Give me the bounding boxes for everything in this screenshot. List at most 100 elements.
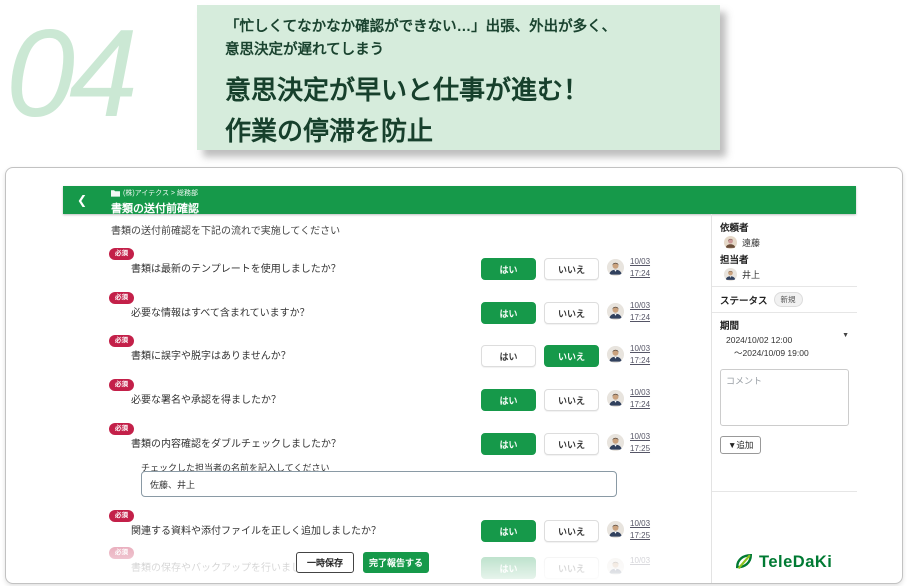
requester-label: 依頼者 xyxy=(720,220,849,234)
section-number: 04 xyxy=(6,6,132,142)
breadcrumb[interactable]: (株)アイテクス > 総務部 xyxy=(111,188,199,198)
question-text: 必要な情報はすべて含まれていますか？ xyxy=(131,304,310,319)
timestamp-date[interactable]: 10/03 xyxy=(630,388,650,397)
status-badge: 新規 xyxy=(774,292,803,307)
required-badge: 必須 xyxy=(109,292,134,304)
yes-button[interactable]: はい xyxy=(481,258,536,280)
avatar xyxy=(607,434,624,451)
timestamp-date[interactable]: 10/03 xyxy=(630,344,650,353)
required-badge: 必須 xyxy=(109,423,134,435)
no-button[interactable]: いいえ xyxy=(544,433,599,455)
requester-avatar xyxy=(724,236,737,249)
chevron-down-icon[interactable]: ▼ xyxy=(842,332,849,339)
detail-sidebar: 依頼者 遠藤 担当者 井上 ステータス 新規 期間 2024/10/02 12:… xyxy=(711,214,857,584)
timestamp-date[interactable]: 10/03 xyxy=(630,432,650,441)
hero-box: 「忙しくてなかなか確認ができない…」出張、外出が多く、意思決定が遅れてしまう 意… xyxy=(197,5,720,150)
question-text: 書類の内容確認をダブルチェックしましたか？ xyxy=(131,435,341,450)
timestamp-time[interactable]: 17:24 xyxy=(630,400,650,409)
intro-text: 書類の送付前確認を下記の流れで実施してください xyxy=(111,222,340,237)
name-input[interactable] xyxy=(141,471,617,497)
required-badge: 必須 xyxy=(109,335,134,347)
no-button[interactable]: いいえ xyxy=(544,389,599,411)
timestamp-time[interactable]: 17:25 xyxy=(630,531,650,540)
question-text: 関連する資料や添付ファイルを正しく追加しましたか？ xyxy=(131,522,381,537)
required-badge: 必須 xyxy=(109,510,134,522)
comment-textarea[interactable] xyxy=(720,369,849,426)
timestamp-link[interactable]: 10/03 17:24 xyxy=(630,300,650,323)
period-end[interactable]: ～2024/10/09 19:00 xyxy=(734,347,849,359)
app-header: ❮ (株)アイテクス > 総務部 書類の送付前確認 xyxy=(63,186,856,214)
timestamp-link[interactable]: 10/03 xyxy=(630,555,650,567)
headline: 意思決定が早いと仕事が進む！ 作業の停滞を防止 xyxy=(225,70,710,152)
add-button[interactable]: ▼追加 xyxy=(720,436,761,454)
checklist-row: 必須 必要な情報はすべて含まれていますか？ はい いいえ 10/03 17:24 xyxy=(63,292,711,328)
avatar xyxy=(607,558,624,575)
question-text: 書類に誤字や脱字はありませんか？ xyxy=(131,347,291,362)
question-text: 書類は最新のテンプレートを使用しましたか？ xyxy=(131,260,341,275)
status-label: ステータス xyxy=(720,293,768,307)
no-button[interactable]: いいえ xyxy=(544,258,599,280)
question-text: 必要な署名や承認を得ましたか？ xyxy=(131,391,281,406)
required-badge: 必須 xyxy=(109,547,134,559)
timestamp-date[interactable]: 10/03 xyxy=(630,519,650,528)
problem-statement: 「忙しくてなかなか確認ができない…」出張、外出が多く、意思決定が遅れてしまう xyxy=(225,16,710,62)
period-label: 期間 xyxy=(720,318,849,332)
complete-report-button[interactable]: 完了報告する xyxy=(363,552,429,573)
timestamp-time[interactable]: 17:24 xyxy=(630,269,650,278)
no-button[interactable]: いいえ xyxy=(544,345,599,367)
avatar xyxy=(607,390,624,407)
timestamp-link[interactable]: 10/03 17:24 xyxy=(630,256,650,279)
timestamp-date[interactable]: 10/03 xyxy=(630,257,650,266)
divider xyxy=(712,312,857,313)
assignee-avatar xyxy=(724,268,737,281)
timestamp-link[interactable]: 10/03 17:25 xyxy=(630,431,650,454)
timestamp-time[interactable]: 17:25 xyxy=(630,444,650,453)
checklist-row: 必須 関連する資料や添付ファイルを正しく追加しましたか？ はい いいえ 10/0… xyxy=(63,510,711,546)
assignee-label: 担当者 xyxy=(720,252,849,266)
brand-logo: TeleDaKi xyxy=(734,552,832,569)
problem-line-1: 「忙しくてなかなか確認ができない…」出張、外出が多く、 xyxy=(225,19,616,35)
timestamp-link[interactable]: 10/03 17:24 xyxy=(630,387,650,410)
assignee-row: 井上 xyxy=(724,268,849,281)
yes-button[interactable]: はい xyxy=(481,520,536,542)
timestamp-time[interactable]: 17:24 xyxy=(630,313,650,322)
avatar xyxy=(607,303,624,320)
headline-line-2: 作業の停滞を防止 xyxy=(225,116,433,146)
divider xyxy=(712,286,857,287)
divider xyxy=(712,491,857,492)
yes-button[interactable]: はい xyxy=(481,389,536,411)
timestamp-link[interactable]: 10/03 17:24 xyxy=(630,343,650,366)
timestamp-link[interactable]: 10/03 17:25 xyxy=(630,518,650,541)
timestamp-date[interactable]: 10/03 xyxy=(630,301,650,310)
brand-name: TeleDaKi xyxy=(759,552,832,569)
period-start[interactable]: 2024/10/02 12:00 xyxy=(726,335,849,345)
timestamp-date[interactable]: 10/03 xyxy=(630,556,650,565)
problem-line-2: 意思決定が遅れてしまう xyxy=(225,42,384,58)
yes-button[interactable]: はい xyxy=(481,433,536,455)
no-button[interactable]: いいえ xyxy=(544,302,599,324)
no-button[interactable]: いいえ xyxy=(544,520,599,542)
checklist-row: 必須 書類の内容確認をダブルチェックしましたか？ はい いいえ 10/03 17:… xyxy=(63,423,711,459)
avatar xyxy=(607,521,624,538)
avatar xyxy=(607,346,624,363)
no-button[interactable]: いいえ xyxy=(544,557,599,579)
save-draft-button[interactable]: 一時保存 xyxy=(296,552,354,573)
required-badge: 必須 xyxy=(109,379,134,391)
status-row: ステータス 新規 xyxy=(720,292,849,307)
requester-name: 遠藤 xyxy=(742,236,760,249)
required-badge: 必須 xyxy=(109,248,134,260)
yes-button[interactable]: はい xyxy=(481,557,536,579)
leaf-icon xyxy=(734,552,754,569)
avatar xyxy=(607,259,624,276)
headline-line-1: 意思決定が早いと仕事が進む！ xyxy=(225,75,589,105)
folder-icon xyxy=(111,189,120,197)
breadcrumb-text[interactable]: (株)アイテクス > 総務部 xyxy=(123,188,198,198)
yes-button[interactable]: はい xyxy=(481,345,536,367)
yes-button[interactable]: はい xyxy=(481,302,536,324)
checklist-row: 必須 必要な署名や承認を得ましたか？ はい いいえ 10/03 17:24 xyxy=(63,379,711,415)
app-screenshot-card: ❮ (株)アイテクス > 総務部 書類の送付前確認 書類の送付前確認を下記の流れ… xyxy=(5,167,903,584)
back-button[interactable]: ❮ xyxy=(77,193,87,207)
checklist-row: 必須 書類に誤字や脱字はありませんか？ はい いいえ 10/03 17:24 xyxy=(63,335,711,371)
checklist: 書類の送付前確認を下記の流れで実施してください 必須 書類は最新のテンプレートを… xyxy=(63,214,711,584)
timestamp-time[interactable]: 17:24 xyxy=(630,356,650,365)
